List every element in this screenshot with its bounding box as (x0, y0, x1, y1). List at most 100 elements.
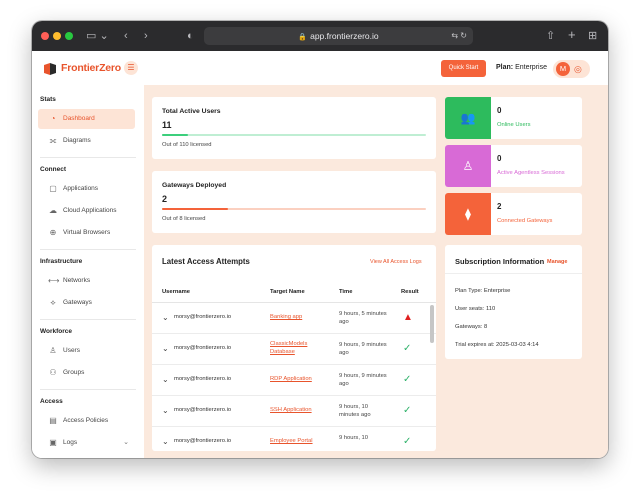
table-row[interactable]: ⌄ morsy@frontierzero.io Employee Portal … (152, 427, 436, 451)
sidebar-section-workforce: Workforce (40, 328, 73, 335)
table-row[interactable]: ⌄ morsy@frontierzero.io RDP Application … (152, 365, 436, 396)
online-users-label: Online Users (497, 122, 531, 128)
sidebar-item-gateways[interactable]: ⟡ Gateways (38, 293, 135, 313)
trial-expiry-value: 2025-03-03 4:14 (496, 342, 539, 348)
expand-chevron-icon[interactable]: ⌄ (162, 375, 169, 384)
forward-icon[interactable]: › (144, 28, 148, 44)
plan-type-line: Plan Type: Enterprise (455, 288, 510, 294)
gateways-line: Gateways: 8 (455, 324, 487, 330)
active-users-progress (162, 134, 426, 136)
row-username: morsy@frontierzero.io (174, 407, 232, 413)
user-seats-label: User seats: (455, 306, 485, 312)
menu-toggle-button[interactable]: ☰ (124, 61, 138, 75)
column-username[interactable]: Username (162, 289, 190, 295)
row-target-link[interactable]: Banking app (270, 314, 322, 322)
reload-icon[interactable]: ⇆ ↻ (451, 27, 467, 45)
sidebar-item-dashboard[interactable]: ◔ Dashboard (38, 109, 135, 129)
brand-name: FrontierZero (61, 62, 122, 74)
chevron-down-icon[interactable]: ⌄ (123, 433, 129, 453)
privacy-shield-icon[interactable]: ◐ (187, 28, 194, 44)
account-menu[interactable]: M ◎ (553, 60, 590, 78)
row-time: 9 hours, 5 minutes ago (339, 311, 387, 325)
active-users-sub: Out of 110 licensed (162, 142, 212, 148)
column-time[interactable]: Time (339, 289, 352, 295)
row-username: morsy@frontierzero.io (174, 345, 232, 351)
row-target-link[interactable]: SSH Application (270, 407, 330, 415)
sidebar-section-access: Access (40, 398, 63, 405)
table-scrollbar-thumb[interactable] (430, 305, 434, 343)
session-user-icon: ♙ (462, 159, 474, 173)
divider (40, 389, 136, 390)
diagram-icon: ⟗ (49, 136, 57, 145)
share-icon[interactable]: ⇧ (546, 28, 555, 44)
sidebar-item-networks[interactable]: ⟷ Networks (38, 271, 135, 291)
sidebar-item-diagrams[interactable]: ⟗ Diagrams (38, 131, 135, 151)
active-users-progress-fill (162, 134, 189, 136)
tab-overview-icon[interactable]: ⊞ (588, 28, 597, 44)
sidebar-item-cloud-applications[interactable]: ☁ Cloud Applications (38, 201, 135, 221)
close-window-button[interactable] (41, 32, 49, 40)
gateway-icon: ⧫ (465, 207, 471, 221)
divider (445, 273, 582, 274)
manage-subscription-link[interactable]: Manage (547, 259, 567, 265)
sidebar-item-applications[interactable]: ▢ Applications (38, 179, 135, 199)
avatar[interactable]: M (556, 62, 570, 76)
table-row[interactable]: ⌄ morsy@frontierzero.io ClassicModels Da… (152, 334, 436, 365)
column-target-name[interactable]: Target Name (270, 289, 305, 295)
sidebar-item-access-policies[interactable]: ▤ Access Policies (38, 411, 135, 431)
active-users-card: Total Active Users 11 Out of 110 license… (152, 97, 436, 159)
card-title: Subscription Information (455, 257, 545, 266)
sidebar-item-logs[interactable]: ▣ Logs ⌄ (38, 433, 135, 453)
checkmark-icon: ✓ (403, 374, 412, 385)
sidebar-item-users[interactable]: ♙ Users (38, 341, 135, 361)
plan-value: Enterprise (515, 64, 547, 71)
expand-chevron-icon[interactable]: ⌄ (162, 406, 169, 415)
network-icon: ⟷ (48, 276, 60, 285)
agentless-sessions-card[interactable]: ♙ 0 Active Agentless Sessions (445, 145, 582, 187)
row-target-link[interactable]: ClassicModels Database (270, 341, 322, 356)
checkmark-icon: ✓ (403, 343, 412, 354)
card-title: Latest Access Attempts (162, 257, 250, 266)
table-row[interactable]: ⌄ morsy@frontierzero.io Banking app 9 ho… (152, 303, 436, 334)
column-result[interactable]: Result (401, 289, 419, 295)
minimize-window-button[interactable] (53, 32, 61, 40)
table-header: Username Target Name Time Result (152, 281, 436, 303)
row-target-link[interactable]: Employee Portal (270, 438, 330, 446)
gateways-count-value: 8 (484, 324, 488, 330)
globe-icon: ⊕ (49, 228, 57, 237)
connected-gateways-icon-box: ⧫ (445, 193, 491, 235)
row-time: 9 hours, 9 minutes ago (339, 342, 387, 356)
card-title: Total Active Users (162, 108, 221, 115)
address-bar[interactable]: 🔒 app.frontierzero.io ⇆ ↻ (204, 27, 473, 45)
expand-chevron-icon[interactable]: ⌄ (162, 344, 169, 353)
new-tab-icon[interactable]: + (568, 27, 576, 43)
gateways-progress (162, 208, 426, 210)
user-icon: ♙ (49, 346, 57, 355)
quick-start-button[interactable]: Quick Start (441, 60, 486, 77)
sidebar-item-label: Diagrams (63, 137, 91, 144)
back-icon[interactable]: ‹ (124, 28, 128, 44)
view-all-access-logs-link[interactable]: View All Access Logs (370, 259, 422, 265)
maximize-window-button[interactable] (65, 32, 73, 40)
checkmark-icon: ✓ (403, 405, 412, 416)
table-row[interactable]: ⌄ morsy@frontierzero.io SSH Application … (152, 396, 436, 427)
expand-chevron-icon[interactable]: ⌄ (162, 437, 169, 446)
dashboard-main: Total Active Users 11 Out of 110 license… (144, 85, 608, 458)
gateways-sub: Out of 8 licensed (162, 216, 206, 222)
connected-gateways-card[interactable]: ⧫ 2 Connected Gateways (445, 193, 582, 235)
sidebar-item-virtual-browsers[interactable]: ⊕ Virtual Browsers (38, 223, 135, 243)
expand-chevron-icon[interactable]: ⌄ (162, 313, 169, 322)
settings-gear-icon[interactable]: ◎ (574, 62, 582, 76)
gateways-progress-fill (162, 208, 228, 210)
online-users-card[interactable]: 👥 0 Online Users (445, 97, 582, 139)
table-scrollbar[interactable] (430, 303, 434, 445)
sidebar-item-groups[interactable]: ⚇ Groups (38, 363, 135, 383)
plan-label: Plan: (496, 64, 514, 71)
sidebar: Stats ◔ Dashboard ⟗ Diagrams Connect ▢ A… (32, 85, 144, 458)
divider (40, 157, 136, 158)
policy-icon: ▤ (49, 416, 57, 425)
row-target-link[interactable]: RDP Application (270, 376, 330, 384)
row-time: 9 hours, 9 minutes ago (339, 373, 387, 387)
sidebar-toggle-icon[interactable]: ▭ ⌄ (86, 28, 109, 44)
connected-gateways-label: Connected Gateways (497, 218, 553, 224)
